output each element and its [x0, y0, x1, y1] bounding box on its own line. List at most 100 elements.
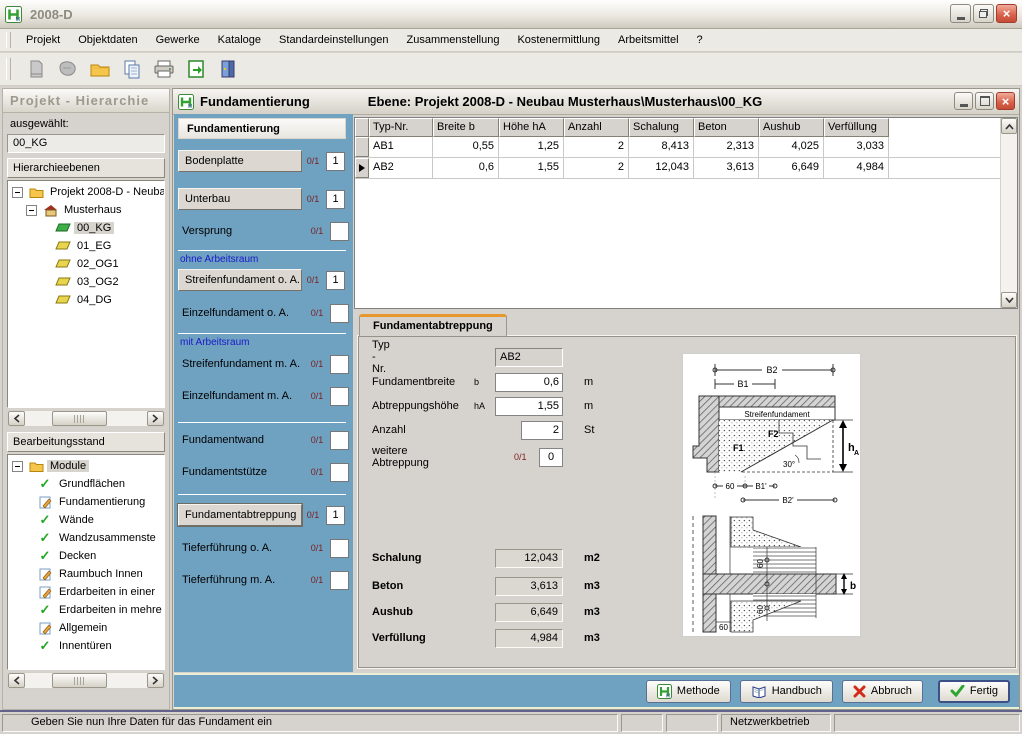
tieferfuehrung-oa-count[interactable]: [330, 539, 349, 558]
einzelfundament-oa-label[interactable]: Einzelfundament o. A.: [178, 307, 306, 319]
versprung-count[interactable]: [330, 222, 349, 241]
module-fundamentierung[interactable]: Fundamentierung: [8, 493, 164, 511]
column-header-beton[interactable]: Beton: [694, 118, 759, 137]
unterbau-button[interactable]: Unterbau: [178, 188, 302, 210]
einzelfundament-ma-count[interactable]: [330, 387, 349, 406]
folder-icon[interactable]: [87, 56, 113, 82]
unterbau-count[interactable]: 1: [326, 190, 345, 209]
menu-gewerke[interactable]: Gewerke: [147, 31, 209, 49]
module-wandzusammenstellung[interactable]: ✓ Wandzusammenste: [8, 529, 164, 547]
fertig-button[interactable]: Fertig: [938, 680, 1010, 703]
table-row-ab2-current[interactable]: AB2 0,6 1,55 2 12,043 3,613 6,649 4,984: [355, 158, 1000, 179]
module-erdarbeiten-einer[interactable]: Erdarbeiten in einer: [8, 583, 164, 601]
fundamentstuetze-count[interactable]: [330, 463, 349, 482]
scroll-down-arrow[interactable]: [1001, 292, 1017, 308]
tree-item-module[interactable]: Module: [8, 457, 164, 475]
module-erdarbeiten-mehre[interactable]: ✓ Erdarbeiten in mehre: [8, 601, 164, 619]
copy-icon[interactable]: [119, 56, 145, 82]
menu-zusammenstellung[interactable]: Zusammenstellung: [398, 31, 509, 49]
scroll-track[interactable]: [25, 673, 147, 688]
child-maximize-button[interactable]: [975, 92, 994, 110]
menu-arbeitsmittel[interactable]: Arbeitsmittel: [609, 31, 688, 49]
open-icon[interactable]: [55, 56, 81, 82]
minimize-button[interactable]: [950, 4, 971, 23]
module-waende[interactable]: ✓ Wände: [8, 511, 164, 529]
einzelfundament-ma-label[interactable]: Einzelfundament m. A.: [178, 390, 306, 402]
tieferfuehrung-ma-count[interactable]: [330, 571, 349, 590]
tree-item-00kg[interactable]: 00_KG: [8, 219, 164, 237]
scroll-right-arrow[interactable]: [147, 411, 164, 426]
module-raumbuch-innen[interactable]: Raumbuch Innen: [8, 565, 164, 583]
new-document-icon[interactable]: [23, 56, 49, 82]
export-icon[interactable]: [183, 56, 209, 82]
fundamentbreite-input[interactable]: [495, 373, 563, 392]
collapse-icon[interactable]: [12, 187, 23, 198]
scroll-thumb[interactable]: [52, 411, 107, 426]
tab-fundamentabtreppung[interactable]: Fundamentabtreppung: [359, 314, 507, 336]
child-minimize-button[interactable]: [954, 92, 973, 110]
module-grundflaechen[interactable]: ✓ Grundflächen: [8, 475, 164, 493]
menu-kataloge[interactable]: Kataloge: [209, 31, 270, 49]
anzahl-input[interactable]: [521, 421, 563, 440]
tree-item-02og1[interactable]: 02_OG1: [8, 255, 164, 273]
tree-item-01eg[interactable]: 01_EG: [8, 237, 164, 255]
weitere-abtreppung-input[interactable]: [539, 448, 563, 467]
fundamentstuetze-label[interactable]: Fundamentstütze: [178, 466, 306, 478]
scroll-track[interactable]: [1001, 134, 1017, 292]
bodenplatte-button[interactable]: Bodenplatte: [178, 150, 302, 172]
column-header-breite[interactable]: Breite b: [433, 118, 499, 137]
methode-button[interactable]: M Methode: [646, 680, 731, 703]
scroll-thumb[interactable]: [52, 673, 107, 688]
streifenfundament-ma-count[interactable]: [330, 355, 349, 374]
column-header-schalung[interactable]: Schalung: [629, 118, 694, 137]
column-header-verfuellung[interactable]: Verfüllung: [824, 118, 889, 137]
column-header-hoehe[interactable]: Höhe hA: [499, 118, 564, 137]
collapse-icon[interactable]: [26, 205, 37, 216]
tieferfuehrung-oa-label[interactable]: Tieferführung o. A.: [178, 542, 306, 554]
versprung-label[interactable]: Versprung: [178, 225, 306, 237]
column-header-anzahl[interactable]: Anzahl: [564, 118, 629, 137]
tree-item-musterhaus[interactable]: Musterhaus: [8, 201, 164, 219]
column-header-aushub[interactable]: Aushub: [759, 118, 824, 137]
scroll-left-arrow[interactable]: [8, 673, 25, 688]
exit-icon[interactable]: [215, 56, 241, 82]
column-header-typnr[interactable]: Typ-Nr.: [369, 118, 433, 137]
streifenfundament-oa-button[interactable]: Streifenfundament o. A.: [178, 269, 302, 291]
menu-projekt[interactable]: Projekt: [17, 31, 69, 49]
module-allgemein[interactable]: Allgemein: [8, 619, 164, 637]
tree-item-04dg[interactable]: 04_DG: [8, 291, 164, 309]
scroll-left-arrow[interactable]: [8, 411, 25, 426]
menu-kostenermittlung[interactable]: Kostenermittlung: [508, 31, 609, 49]
table-row-ab1[interactable]: AB1 0,55 1,25 2 8,413 2,313 4,025 3,033: [355, 137, 1000, 158]
fundamentabtreppung-button[interactable]: Fundamentabtreppung: [178, 504, 302, 526]
restore-button[interactable]: [973, 4, 994, 23]
module-decken[interactable]: ✓ Decken: [8, 547, 164, 565]
print-icon[interactable]: [151, 56, 177, 82]
done-check-icon: [950, 685, 965, 697]
scroll-up-arrow[interactable]: [1001, 118, 1017, 134]
menu-objektdaten[interactable]: Objektdaten: [69, 31, 146, 49]
fundamentabtreppung-count[interactable]: 1: [326, 506, 345, 525]
tree-item-projekt[interactable]: Projekt 2008-D - Neubau: [8, 183, 164, 201]
menu-help[interactable]: ?: [688, 31, 712, 49]
close-button[interactable]: ×: [996, 4, 1017, 23]
scroll-right-arrow[interactable]: [147, 673, 164, 688]
fundamentwand-label[interactable]: Fundamentwand: [178, 434, 306, 446]
abtreppungshoehe-input[interactable]: [495, 397, 563, 416]
streifenfundament-oa-count[interactable]: 1: [326, 271, 345, 290]
handbuch-button[interactable]: Handbuch: [740, 680, 833, 703]
toolbar-grip[interactable]: [6, 58, 11, 80]
scroll-track[interactable]: [25, 411, 147, 426]
einzelfundament-oa-count[interactable]: [330, 304, 349, 323]
bodenplatte-count[interactable]: 1: [326, 152, 345, 171]
child-close-button[interactable]: ×: [996, 92, 1015, 110]
tree-item-03og2[interactable]: 03_OG2: [8, 273, 164, 291]
module-innentueren[interactable]: ✓ Innentüren: [8, 637, 164, 655]
fundamentwand-count[interactable]: [330, 431, 349, 450]
menubar-grip[interactable]: [6, 32, 11, 47]
tieferfuehrung-ma-label[interactable]: Tieferführung m. A.: [178, 574, 306, 586]
abbruch-button[interactable]: Abbruch: [842, 680, 923, 703]
collapse-icon[interactable]: [12, 461, 23, 472]
menu-standardeinstellungen[interactable]: Standardeinstellungen: [270, 31, 397, 49]
streifenfundament-ma-label[interactable]: Streifenfundament m. A.: [178, 358, 306, 370]
